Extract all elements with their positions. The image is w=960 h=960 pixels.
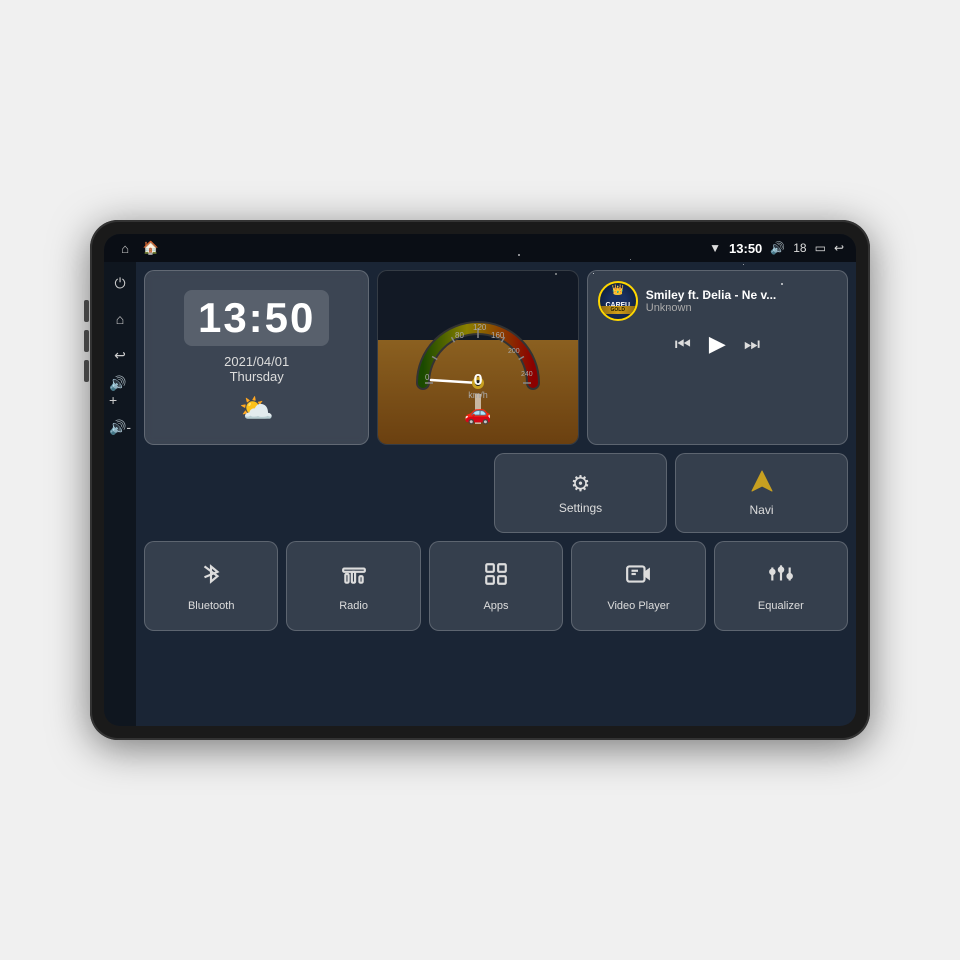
crown-icon: 👑	[612, 285, 624, 296]
settings-label: Settings	[559, 501, 602, 515]
volume-value: 18	[793, 241, 806, 255]
settings-card[interactable]: ⚙ Settings	[494, 453, 667, 533]
main-content: 13:50 2021/04/01 Thursday ⛅ 🚗	[136, 262, 856, 639]
navi-card[interactable]: Navi	[675, 453, 848, 533]
back-sidebar-icon[interactable]: ↩	[109, 344, 131, 366]
equalizer-card[interactable]: Equalizer	[714, 541, 848, 631]
car-head-unit: ⌂ 🏠 ▼ 13:50 🔊 18 ▭ ↩ ⏻ ⌂ ↩ 🔊+ 🔊-	[90, 220, 870, 740]
weather-icon: ⛅	[239, 392, 274, 425]
volume-up-icon[interactable]: 🔊+	[109, 380, 131, 402]
video-icon	[625, 561, 651, 594]
power-icon[interactable]: ⏻	[109, 272, 131, 294]
status-right: ▼ 13:50 🔊 18 ▭ ↩	[709, 241, 844, 256]
next-button[interactable]: ⏭	[744, 334, 760, 355]
svg-text:80: 80	[455, 331, 464, 340]
radio-card[interactable]: Radio	[286, 541, 420, 631]
speed-unit: km/h	[468, 390, 488, 400]
volume-down-icon[interactable]: 🔊-	[109, 416, 131, 438]
video-card[interactable]: Video Player	[571, 541, 705, 631]
navi-icon	[750, 469, 774, 499]
svg-text:0: 0	[425, 373, 430, 382]
prev-button[interactable]: ⏮	[675, 334, 691, 355]
speed-value: 0 km/h	[468, 372, 488, 400]
apps-card[interactable]: Apps	[429, 541, 563, 631]
wifi-icon: ▼	[709, 241, 721, 255]
music-widget: 👑 CARFU GOLD Smiley ft. Delia - Ne v... …	[587, 270, 848, 445]
house-icon[interactable]: 🏠	[142, 239, 160, 257]
side-buttons	[84, 300, 89, 382]
speed-number: 0	[468, 372, 488, 390]
clock-widget: 13:50 2021/04/01 Thursday ⛅	[144, 270, 369, 445]
status-left: ⌂ 🏠	[116, 239, 160, 257]
clock-day: Thursday	[230, 369, 284, 384]
speedometer-widget: 🚗	[377, 270, 578, 445]
back-icon[interactable]: ↩	[834, 241, 844, 255]
clock-time: 13:50	[184, 290, 329, 346]
music-controls: ⏮ ▶ ⏭	[598, 331, 837, 357]
bottom-row: Bluetooth Radio	[144, 541, 848, 631]
svg-text:160: 160	[491, 331, 505, 340]
bluetooth-card[interactable]: Bluetooth	[144, 541, 278, 631]
play-button[interactable]: ▶	[709, 331, 726, 357]
mid-spacer	[144, 453, 486, 533]
side-button-2[interactable]	[84, 330, 89, 352]
left-sidebar: ⏻ ⌂ ↩ 🔊+ 🔊-	[104, 262, 136, 726]
video-label: Video Player	[607, 600, 669, 612]
gold-ribbon: GOLD	[600, 306, 636, 314]
mid-row: ⚙ Settings Navi	[144, 453, 848, 533]
music-title: Smiley ft. Delia - Ne v...	[646, 288, 837, 302]
apps-label: Apps	[483, 600, 508, 612]
battery-icon: ▭	[815, 241, 826, 255]
speaker-icon: 🔊	[770, 241, 785, 255]
status-time: 13:50	[729, 241, 762, 256]
svg-text:200: 200	[508, 348, 520, 355]
svg-text:240: 240	[521, 371, 533, 378]
side-button-3[interactable]	[84, 360, 89, 382]
equalizer-label: Equalizer	[758, 600, 804, 612]
bluetooth-label: Bluetooth	[188, 600, 234, 612]
top-row: 13:50 2021/04/01 Thursday ⛅ 🚗	[144, 270, 848, 445]
music-logo: 👑 CARFU GOLD	[598, 281, 638, 321]
navi-label: Navi	[749, 503, 773, 517]
equalizer-icon	[768, 561, 794, 594]
settings-icon: ⚙	[571, 471, 591, 497]
radio-icon	[341, 561, 367, 594]
home-sidebar-icon[interactable]: ⌂	[109, 308, 131, 330]
side-button-1[interactable]	[84, 300, 89, 322]
bluetooth-icon	[198, 561, 224, 594]
svg-text:120: 120	[473, 323, 487, 332]
status-bar: ⌂ 🏠 ▼ 13:50 🔊 18 ▭ ↩	[104, 234, 856, 262]
screen: ⌂ 🏠 ▼ 13:50 🔊 18 ▭ ↩ ⏻ ⌂ ↩ 🔊+ 🔊-	[104, 234, 856, 726]
music-info: Smiley ft. Delia - Ne v... Unknown	[646, 288, 837, 314]
radio-label: Radio	[339, 600, 368, 612]
apps-icon	[483, 561, 509, 594]
clock-date: 2021/04/01	[224, 354, 289, 369]
home-icon[interactable]: ⌂	[116, 239, 134, 257]
gauge-container: 0 80 120 160 200 240	[413, 308, 543, 408]
music-top: 👑 CARFU GOLD Smiley ft. Delia - Ne v... …	[598, 281, 837, 321]
music-artist: Unknown	[646, 302, 837, 314]
